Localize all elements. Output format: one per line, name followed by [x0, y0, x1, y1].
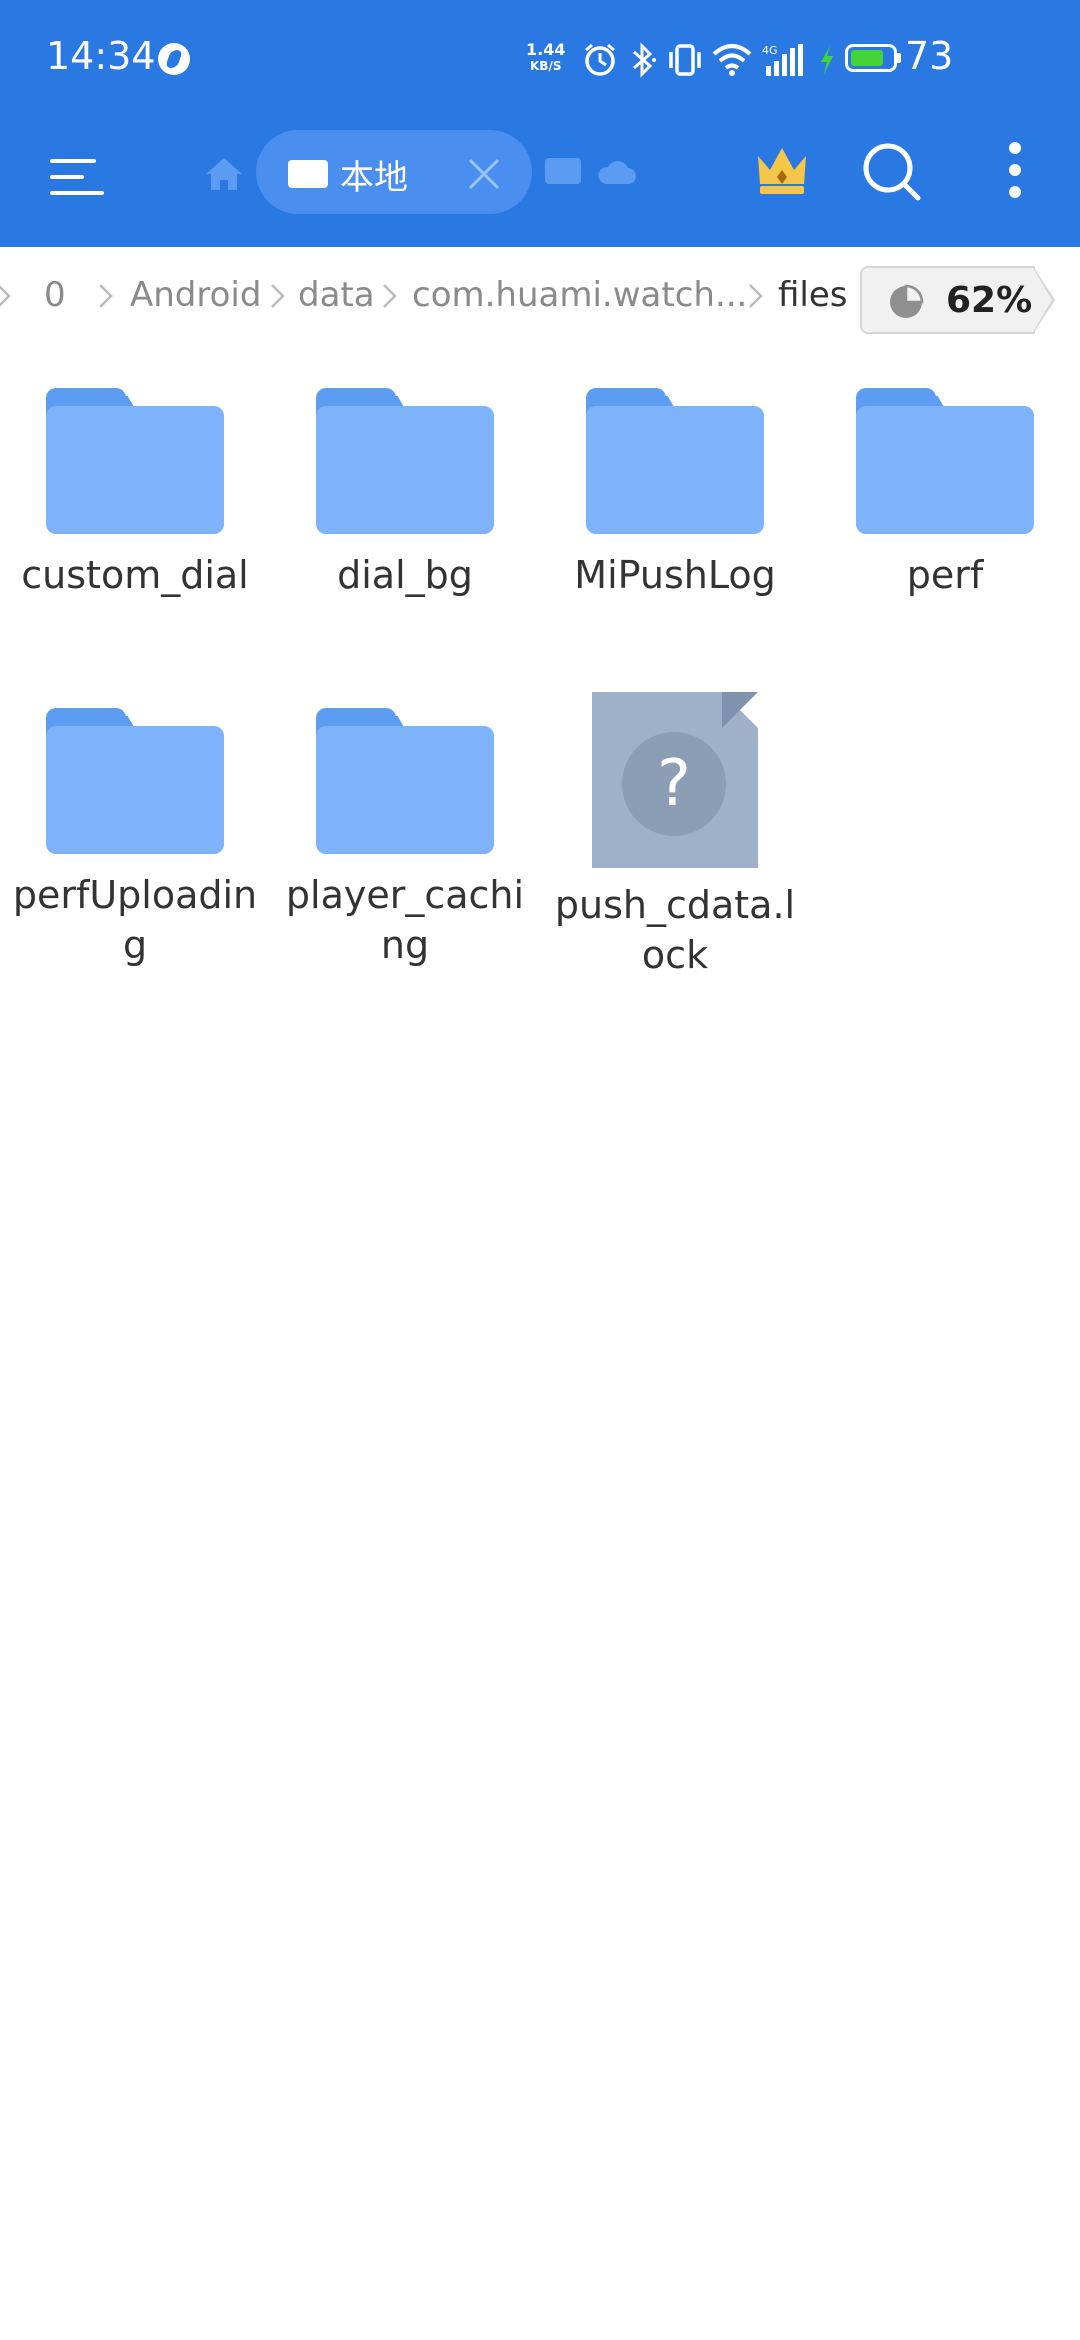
unknown-file-icon: ?	[592, 692, 758, 868]
net-speed: 1.44 KB/S	[526, 42, 565, 74]
breadcrumb-item[interactable]: data	[298, 275, 375, 315]
file-name: push_cdata.lock	[554, 883, 796, 977]
folder-item[interactable]: MiPushLog	[540, 380, 810, 600]
network-type: 4G	[762, 44, 778, 57]
file-name: player_caching	[285, 873, 525, 967]
folder-item[interactable]: perfUploading	[0, 700, 270, 970]
status-time: 14:34	[46, 34, 156, 78]
chevron-right-icon	[749, 284, 763, 308]
tab-local[interactable]: 本地	[256, 130, 532, 214]
file-name: perf	[906, 553, 984, 597]
breadcrumb-item[interactable]: com.huami.watch...	[412, 275, 747, 315]
question-mark-icon: ?	[622, 732, 726, 836]
folder-item[interactable]: perf	[810, 380, 1080, 600]
file-name: dial_bg	[337, 553, 473, 597]
sd-card-icon	[288, 160, 328, 188]
folder-icon	[316, 380, 494, 534]
folder-icon	[46, 700, 224, 854]
cloud-icon[interactable]	[596, 158, 638, 186]
folder-item[interactable]: custom_dial	[0, 380, 270, 600]
sd-card-tab-icon[interactable]	[545, 158, 581, 184]
chevron-right-icon	[99, 284, 113, 308]
folder-item[interactable]: dial_bg	[270, 380, 540, 600]
search-icon[interactable]	[860, 140, 924, 204]
more-vertical-icon[interactable]	[1005, 142, 1025, 202]
folder-icon	[316, 700, 494, 854]
status-icons: 4G	[582, 38, 836, 82]
charging-icon	[821, 46, 833, 74]
close-icon[interactable]	[466, 156, 502, 192]
bluetooth-icon	[633, 42, 656, 78]
net-speed-value: 1.44	[526, 40, 566, 59]
chevron-right-icon	[383, 284, 397, 308]
vibrate-icon	[669, 44, 701, 76]
folder-item[interactable]: player_caching	[270, 700, 540, 970]
hamburger-icon[interactable]	[44, 147, 104, 207]
app-header: 14:34 1.44 KB/S 4G 73 本地	[0, 0, 1080, 247]
alarm-icon	[585, 43, 615, 76]
top-toolbar: 本地	[0, 120, 1080, 247]
storage-usage-button[interactable]: 62%	[860, 266, 1055, 334]
status-bar: 14:34 1.44 KB/S 4G 73	[0, 0, 1080, 120]
home-icon[interactable]	[202, 152, 246, 196]
chevron-right-icon	[0, 285, 11, 307]
signal-icon: 4G	[762, 44, 803, 76]
tab-local-label: 本地	[340, 158, 408, 198]
chevron-right-icon	[271, 284, 285, 308]
crown-icon[interactable]	[752, 140, 812, 200]
file-name: custom_dial	[21, 553, 249, 597]
breadcrumb-item[interactable]: Android	[130, 275, 261, 315]
file-name: MiPushLog	[574, 553, 776, 597]
storage-usage-percent: 62%	[946, 280, 1033, 321]
wifi-icon	[712, 44, 752, 76]
net-speed-unit: KB/S	[530, 59, 562, 73]
folder-icon	[586, 380, 764, 534]
folder-icon	[46, 380, 224, 534]
file-name: perfUploading	[12, 873, 258, 967]
file-item[interactable]: ? push_cdata.lock	[540, 692, 810, 980]
pie-chart-icon	[890, 284, 924, 318]
breadcrumb-current: files	[778, 275, 848, 315]
notification-app-icon	[158, 43, 190, 75]
battery-level: 73	[905, 34, 954, 78]
breadcrumb-item[interactable]: 0	[44, 275, 66, 315]
battery-icon	[845, 44, 901, 72]
folder-icon	[856, 380, 1034, 534]
